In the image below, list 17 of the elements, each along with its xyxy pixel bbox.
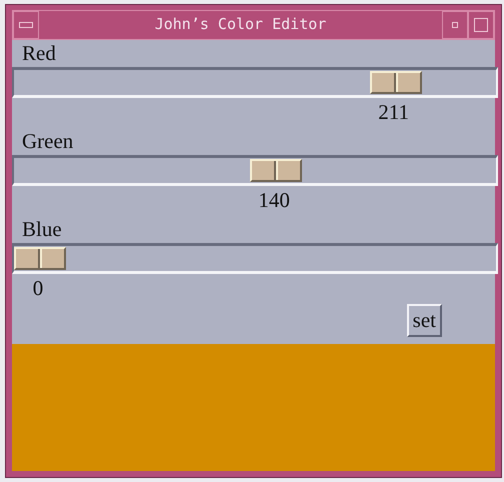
slider-thumb[interactable] bbox=[14, 247, 66, 270]
slider-thumb[interactable] bbox=[370, 71, 422, 94]
slider-value: 211 bbox=[377, 99, 410, 126]
slider-label: Green bbox=[21, 128, 74, 155]
slider-track[interactable] bbox=[12, 155, 498, 186]
maximize-button[interactable] bbox=[468, 11, 494, 39]
slider-value: 140 bbox=[257, 187, 291, 214]
window-menu-button[interactable] bbox=[13, 11, 39, 39]
slider-value: 0 bbox=[32, 275, 44, 302]
slider-track[interactable] bbox=[12, 67, 498, 98]
set-button[interactable]: set bbox=[406, 304, 442, 337]
slider-label: Red bbox=[21, 40, 57, 67]
slider-track[interactable] bbox=[12, 243, 498, 274]
slider-label: Blue bbox=[21, 216, 63, 243]
slider-thumb[interactable] bbox=[250, 159, 302, 182]
window-title: John’s Color Editor bbox=[154, 14, 328, 35]
minimize-button[interactable] bbox=[442, 11, 468, 39]
